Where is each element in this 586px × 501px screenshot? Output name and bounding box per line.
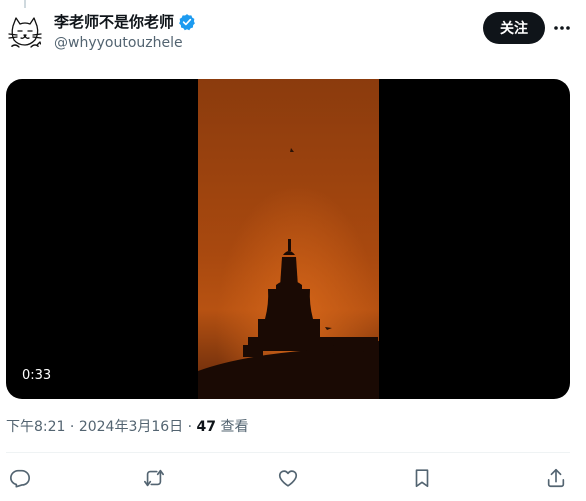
bookmark-icon [415,469,429,488]
views-count: 47 [196,419,217,435]
more-options-button[interactable] [550,16,574,40]
tweet-metadata: 下午8:21 · 2024年3月16日 · 47 查看 [6,417,248,437]
tweet-date[interactable]: 2024年3月16日 [79,419,183,435]
like-button[interactable] [274,464,302,492]
author-display-name[interactable]: 李老师不是你老师 [54,12,174,32]
bookmark-button[interactable] [408,464,436,492]
more-dots-icon [554,26,570,30]
author-avatar[interactable] [5,12,45,52]
verified-badge-icon [179,14,195,31]
reply-icon [10,469,30,488]
divider [6,452,570,453]
tweet-action-bar [0,464,586,492]
cat-doodle-avatar-icon [8,17,42,48]
retweet-button[interactable] [140,464,168,492]
retweet-icon [144,469,164,487]
author-name-row: 李老师不是你老师 [54,12,196,32]
like-icon [278,470,298,487]
views-label: 查看 [220,419,249,435]
share-button[interactable] [542,464,570,492]
meta-separator: · [69,419,75,435]
follow-button[interactable]: 关注 [483,12,545,44]
tweet-header: 李老师不是你老师 @whyyoutouzhele 关注 [0,0,586,60]
author-handle[interactable]: @whyyoutouzhele [54,34,183,52]
tweet-time[interactable]: 下午8:21 [6,419,65,435]
meta-separator: · [187,419,193,435]
share-icon [547,468,565,488]
stupa-silhouette-scene [198,79,379,399]
reply-button[interactable] [6,464,34,492]
video-duration-badge: 0:33 [16,365,58,387]
video-player[interactable]: 0:33 [6,79,570,399]
video-frame [198,79,379,399]
